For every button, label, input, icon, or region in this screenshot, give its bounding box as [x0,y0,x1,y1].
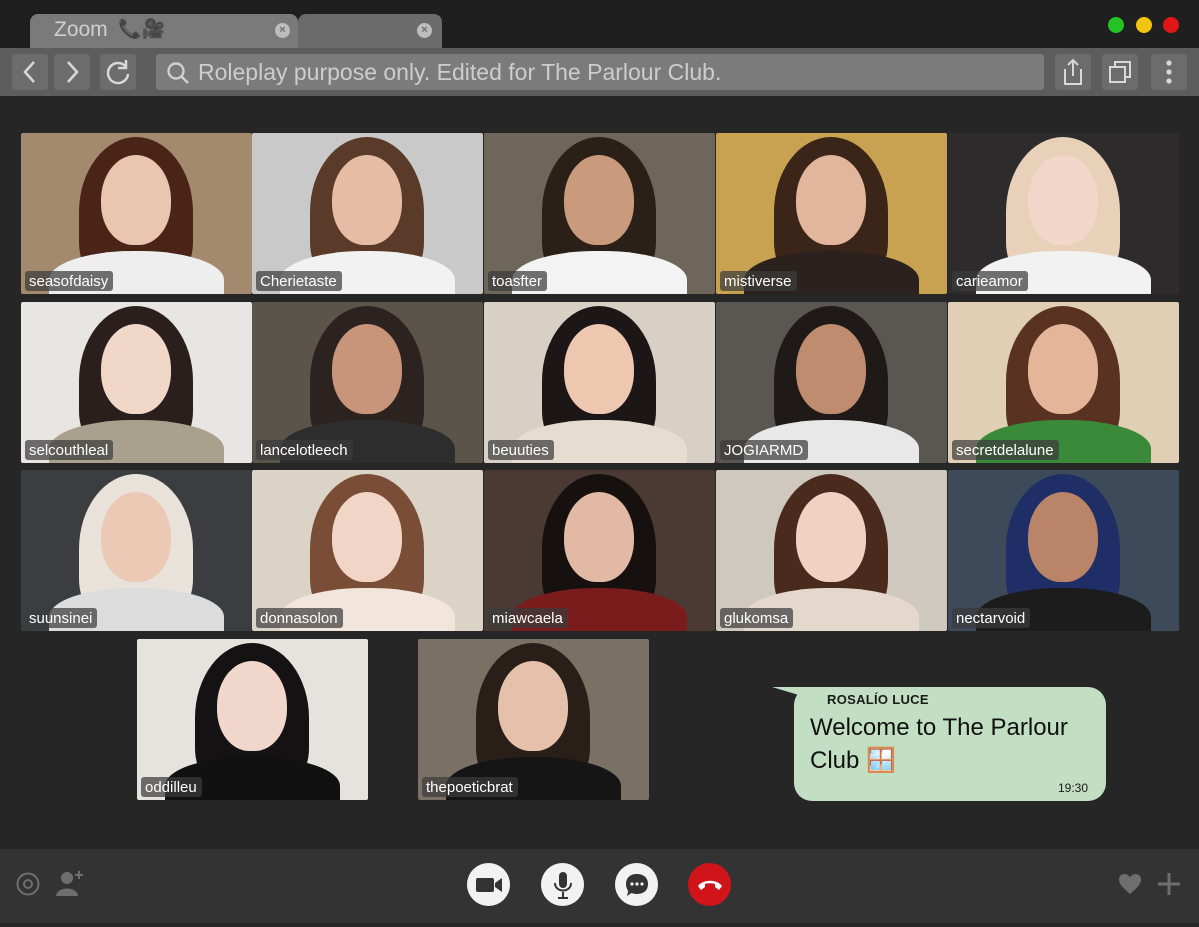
participant-tile[interactable]: toasfter [484,133,715,294]
participant-face [796,324,866,414]
participant-name: beuuties [488,440,554,460]
participant-face [1028,492,1098,582]
participant-face [101,324,171,414]
participant-name: oddilleu [141,777,202,797]
video-button[interactable] [467,863,510,906]
minimize-button[interactable] [1136,17,1152,33]
tab-zoom[interactable]: Zoom 📞🎥 × [30,14,298,48]
end-call-button[interactable] [688,863,731,906]
participant-tile[interactable]: seasofdaisy [21,133,252,294]
participant-name: thepoeticbrat [422,777,518,797]
toolbar: Roleplay purpose only. Edited for The Pa… [0,48,1199,96]
chat-text: Welcome to The Parlour Club 🪟 [810,714,1068,774]
participant-face [564,492,634,582]
chat-button[interactable] [615,863,658,906]
plus-icon [1158,873,1180,895]
close-window-button[interactable] [1163,17,1179,33]
participant-tile[interactable]: lancelotleech [252,302,483,463]
back-icon [23,61,35,83]
participant-face [332,324,402,414]
participant-name: JOGIARMD [720,440,809,460]
participant-tile[interactable]: nectarvoid [948,470,1179,631]
participant-face [217,661,287,751]
participant-face [1028,324,1098,414]
participant-name: toasfter [488,271,548,291]
reload-button[interactable] [100,54,136,90]
control-bar [0,849,1199,923]
participant-tile[interactable]: selcouthleal [21,302,252,463]
duplicate-icon [1109,61,1131,83]
video-camera-icon [475,877,502,892]
participant-name: secretdelalune [952,440,1059,460]
participant-tile[interactable]: oddilleu [137,639,368,800]
participant-face [1028,155,1098,245]
maximize-button[interactable] [1108,17,1124,33]
chat-message[interactable]: ROSALÍO LUCE Welcome to The Parlour Club… [794,687,1106,801]
duplicate-button[interactable] [1102,54,1138,90]
participant-face [796,155,866,245]
participant-tile[interactable]: JOGIARMD [716,302,947,463]
microphone-button[interactable] [541,863,584,906]
participant-name: carieamor [952,271,1028,291]
heart-icon [1119,874,1141,894]
participant-name: seasofdaisy [25,271,114,291]
more-icon [1166,60,1172,84]
tab-close-icon[interactable]: × [275,23,290,38]
share-button[interactable] [1055,54,1091,90]
participant-tile[interactable]: carieamor [948,133,1179,294]
participant-tile[interactable]: glukomsa [716,470,947,631]
participant-face [564,324,634,414]
participant-name: donnasolon [256,608,343,628]
participant-name: Cherietaste [256,271,342,291]
participant-tile[interactable]: beuuties [484,302,715,463]
address-bar[interactable]: Roleplay purpose only. Edited for The Pa… [156,54,1044,90]
settings-button[interactable] [15,871,41,902]
participant-tile[interactable]: secretdelalune [948,302,1179,463]
participant-name: miawcaela [488,608,568,628]
share-icon [1064,58,1082,85]
title-bar: Zoom 📞🎥 × × [0,0,1199,48]
participant-name: selcouthleal [25,440,114,460]
chat-time: 19:30 [1057,781,1088,795]
phone-camera-icon: 📞🎥 [118,19,166,40]
add-person-icon [56,871,83,896]
microphone-icon [553,871,572,899]
tab-blank[interactable]: × [298,14,442,48]
participant-tile[interactable]: thepoeticbrat [418,639,649,800]
tab-close-icon[interactable]: × [417,23,432,38]
react-button[interactable] [1118,873,1142,900]
participant-face [498,661,568,751]
more-button[interactable] [1151,54,1187,90]
forward-icon [67,61,79,83]
participant-face [332,492,402,582]
participant-name: lancelotleech [256,440,353,460]
participant-tile[interactable]: suunsinei [21,470,252,631]
add-button[interactable] [1157,872,1181,901]
participant-face [796,492,866,582]
participant-face [332,155,402,245]
participant-name: mistiverse [720,271,797,291]
reload-icon [106,60,130,85]
search-icon [167,62,189,84]
chat-sender: ROSALÍO LUCE [827,692,929,707]
chat-bubble-icon [625,873,648,896]
back-button[interactable] [12,54,48,90]
settings-icon [16,872,40,896]
participant-tile[interactable]: mistiverse [716,133,947,294]
participant-face [101,492,171,582]
participant-tile[interactable]: miawcaela [484,470,715,631]
participant-name: suunsinei [25,608,98,628]
forward-button[interactable] [54,54,90,90]
tab-title: Zoom [54,18,108,41]
address-text: Roleplay purpose only. Edited for The Pa… [198,59,722,85]
end-call-icon [697,880,722,890]
participant-name: nectarvoid [952,608,1031,628]
participant-face [564,155,634,245]
participant-tile[interactable]: donnasolon [252,470,483,631]
add-participant-button[interactable] [55,869,85,902]
participant-tile[interactable]: Cherietaste [252,133,483,294]
participant-face [101,155,171,245]
participant-name: glukomsa [720,608,794,628]
